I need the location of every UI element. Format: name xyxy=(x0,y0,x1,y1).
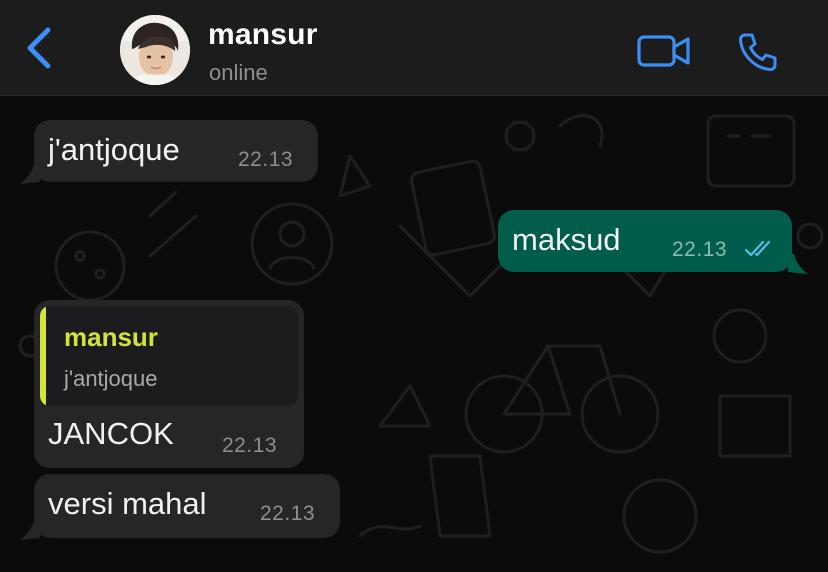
avatar-photo xyxy=(120,15,190,85)
message-bubble-incoming-reply[interactable]: mansur j'antjoque JANCOK 22.13 xyxy=(34,300,304,468)
contact-name[interactable]: mansur xyxy=(208,18,318,52)
message-bubble-incoming[interactable]: versi mahal 22.13 xyxy=(34,474,340,538)
bubble-tail xyxy=(788,254,808,274)
message-time: 22.13 xyxy=(222,434,278,457)
double-check-icon xyxy=(744,240,771,257)
message-text: versi mahal xyxy=(48,486,207,521)
quoted-message[interactable]: mansur j'antjoque xyxy=(40,306,298,406)
quote-accent-bar xyxy=(40,306,46,406)
quoted-author: mansur xyxy=(64,322,158,352)
message-list[interactable]: j'antjoque 22.13 maksud 22.13 mansur j'a… xyxy=(0,96,828,572)
message-time: 22.13 xyxy=(238,148,294,171)
message-time: 22.13 xyxy=(260,502,316,525)
chat-header: mansur online xyxy=(0,0,828,96)
quoted-text: j'antjoque xyxy=(64,366,158,391)
phone-icon xyxy=(739,33,777,71)
voice-call-button[interactable] xyxy=(736,30,780,74)
message-text: j'antjoque xyxy=(48,132,180,167)
chat-screen: mansur online j'antjoque 22.13 maksud 22… xyxy=(0,0,828,572)
message-time: 22.13 xyxy=(672,238,728,261)
message-bubble-outgoing[interactable]: maksud 22.13 xyxy=(498,210,792,272)
bubble-tail xyxy=(20,164,40,184)
contact-status: online xyxy=(209,60,268,85)
video-call-button[interactable] xyxy=(636,32,692,70)
message-text: maksud xyxy=(512,222,621,257)
contact-avatar[interactable] xyxy=(120,15,190,85)
back-button[interactable] xyxy=(20,26,60,70)
video-camera-icon xyxy=(637,35,690,67)
chevron-left-icon xyxy=(27,27,51,69)
message-bubble-incoming[interactable]: j'antjoque 22.13 xyxy=(34,120,318,182)
message-text: JANCOK xyxy=(48,416,174,451)
bubble-tail xyxy=(20,520,40,540)
